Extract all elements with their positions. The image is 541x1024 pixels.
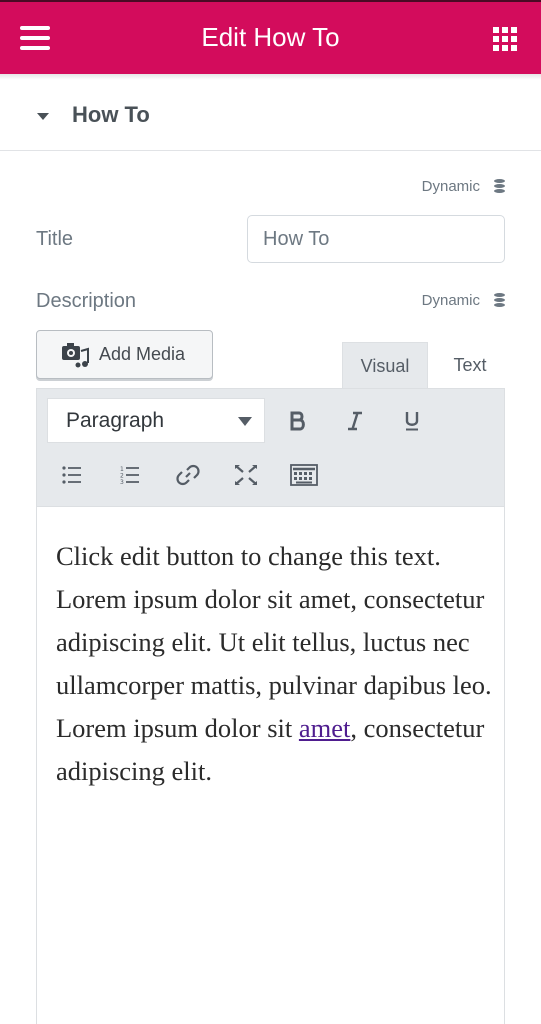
format-select[interactable]: Paragraph [47, 398, 265, 443]
underline-icon [405, 412, 419, 431]
italic-button[interactable] [338, 404, 372, 438]
bullet-list-icon [62, 466, 81, 484]
dynamic-label: Dynamic [421, 178, 480, 195]
title-label: Title [36, 228, 74, 250]
add-media-label: Add Media [99, 344, 186, 364]
fullscreen-button[interactable] [229, 458, 263, 492]
widgets-grid-icon[interactable] [493, 27, 517, 51]
tab-visual[interactable]: Visual [342, 342, 428, 388]
database-icon [494, 293, 505, 308]
title-input[interactable]: How To [247, 215, 505, 263]
numbered-list-button[interactable]: 1 2 3 [113, 458, 147, 492]
panel-title: Edit How To [201, 22, 340, 52]
editor-toolbar: Paragraph 1 2 3 [37, 389, 504, 507]
caret-down-icon [37, 113, 49, 120]
section-title: How To [72, 102, 150, 127]
description-dynamic-tags-button[interactable]: Dynamic [422, 292, 505, 309]
underline-button[interactable] [395, 404, 429, 438]
bold-button[interactable] [281, 404, 315, 438]
panel-header: Edit How To [0, 0, 541, 74]
svg-text:3: 3 [120, 479, 124, 485]
numbered-list-icon: 1 2 3 [120, 466, 139, 485]
database-icon [494, 179, 505, 194]
description-label: Description [36, 290, 137, 312]
content-link[interactable]: amet [299, 713, 351, 743]
format-select-value: Paragraph [66, 409, 165, 432]
chevron-down-icon [238, 417, 252, 426]
add-media-button[interactable]: Add Media [36, 330, 213, 379]
tab-text[interactable]: Text [432, 342, 508, 388]
bold-icon [290, 411, 305, 431]
section-toggle-how-to[interactable]: How To [0, 80, 541, 151]
link-icon [176, 464, 200, 486]
title-dynamic-tags-button[interactable]: Dynamic [422, 178, 505, 195]
add-media-icon [61, 342, 91, 368]
bulleted-list-button[interactable] [55, 458, 89, 492]
toolbar-toggle-button[interactable] [287, 458, 321, 492]
editor-content[interactable]: Click edit button to change this text. L… [56, 535, 496, 793]
fullscreen-icon [235, 465, 257, 485]
insert-link-button[interactable] [171, 458, 205, 492]
wysiwyg-editor: Paragraph 1 2 3 Click edit button to cha… [36, 388, 505, 1024]
dynamic-label: Dynamic [421, 292, 480, 309]
keyboard-icon [290, 464, 318, 486]
italic-icon [348, 411, 362, 431]
